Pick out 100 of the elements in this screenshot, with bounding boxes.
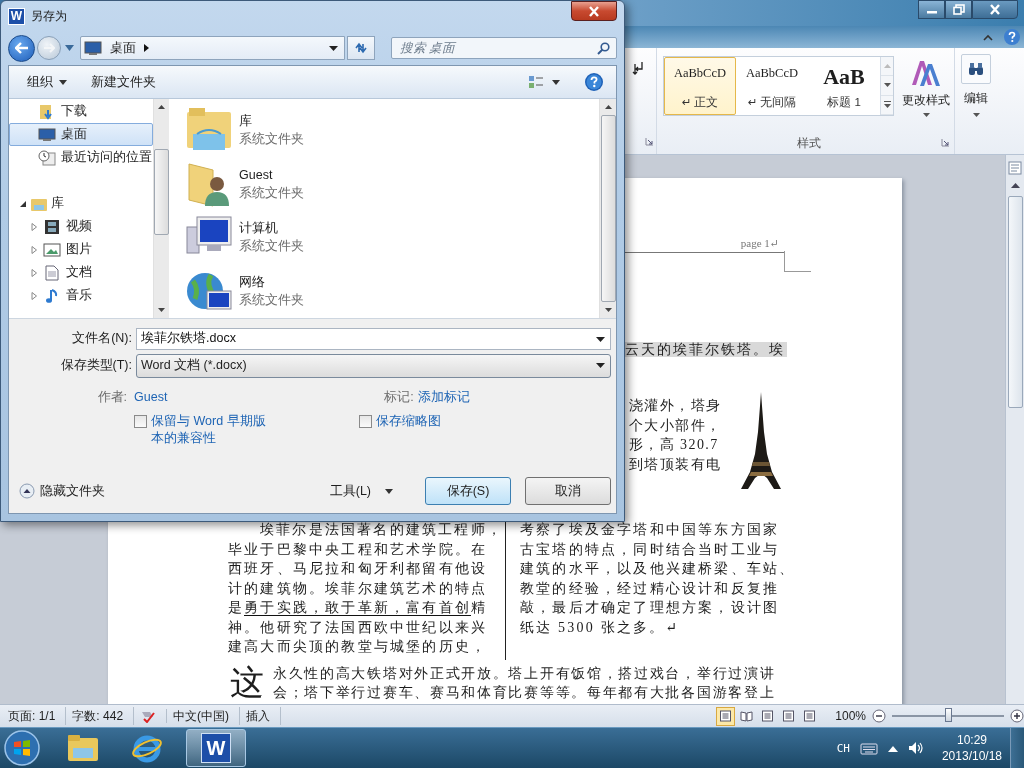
author-link[interactable]: Guest	[134, 390, 168, 404]
help-icon[interactable]	[1003, 28, 1021, 46]
scroll-down-icon[interactable]	[604, 308, 612, 312]
help-icon[interactable]	[584, 72, 604, 92]
style-option[interactable]: AaBbCcD ↵ 正文	[664, 57, 736, 115]
dropdown-icon[interactable]	[329, 45, 338, 51]
scroll-thumb[interactable]	[154, 149, 169, 235]
text-line: 建筑的水平，以及他兴建桥梁、车站、	[520, 560, 792, 578]
windows-logo-icon	[3, 729, 41, 767]
nav-item[interactable]: 桌面	[9, 123, 153, 146]
slider-thumb[interactable]	[945, 708, 952, 722]
more-styles-button[interactable]	[881, 95, 893, 115]
minimize-button[interactable]	[918, 0, 945, 19]
insert-mode[interactable]: 插入	[240, 707, 282, 725]
chevron-icon[interactable]	[144, 44, 149, 52]
scroll-thumb[interactable]	[600, 115, 616, 302]
collapsed-arrow-icon[interactable]	[30, 222, 38, 231]
text-line: 浇灌外，塔身	[629, 397, 723, 415]
new-folder-button[interactable]: 新建文件夹	[81, 69, 166, 95]
field-label: 文件名(N):	[71, 330, 133, 347]
nav-item[interactable]: 库	[9, 192, 153, 215]
nav-item[interactable]: 音乐	[9, 284, 153, 307]
zoom-out-icon[interactable]	[872, 709, 886, 723]
add-tag-link[interactable]: 添加标记	[417, 388, 470, 406]
scroll-up-icon[interactable]	[1010, 183, 1020, 188]
collapsed-arrow-icon[interactable]	[30, 291, 38, 300]
cancel-button[interactable]: 取消	[525, 477, 611, 505]
collapsed-arrow-icon[interactable]	[30, 245, 38, 254]
address-bar[interactable]: 桌面	[80, 36, 345, 60]
scroll-thumb[interactable]	[1007, 196, 1023, 408]
film-icon	[43, 218, 61, 235]
change-styles-button[interactable]: 更改样式	[898, 56, 954, 119]
dropdown-icon	[596, 363, 605, 368]
scroll-up-icon[interactable]	[158, 105, 165, 109]
text-line: 到塔顶装有电	[629, 455, 723, 474]
page-icon	[761, 710, 775, 722]
nav-item[interactable]: 文档	[9, 261, 153, 284]
close-button[interactable]	[571, 1, 617, 21]
input-language[interactable]: CH	[836, 741, 850, 755]
nav-item[interactable]: 下载	[9, 100, 153, 123]
checkbox[interactable]	[134, 415, 147, 428]
text-line: 古宝塔的特点，同时结合当时工业与	[520, 540, 781, 559]
letters-icon	[910, 58, 942, 88]
recent-places-icon	[38, 149, 56, 166]
proofing-icon[interactable]	[140, 709, 157, 723]
keyboard-icon[interactable]	[859, 741, 878, 755]
scroll-down-icon[interactable]	[158, 308, 165, 312]
close-button[interactable]	[972, 0, 1018, 19]
collapsed-arrow-icon[interactable]	[30, 268, 38, 277]
nav-item[interactable]: 视频	[9, 215, 153, 238]
triangle-up-icon	[883, 64, 891, 69]
show-hidden-icons[interactable]	[887, 744, 898, 752]
page-header: page 1↵	[740, 236, 780, 251]
view-button[interactable]	[716, 706, 736, 726]
checkbox-label[interactable]: 保存缩略图	[376, 413, 441, 430]
scroll-up-icon[interactable]	[604, 105, 612, 109]
search-field[interactable]: 搜索 桌面	[391, 37, 617, 59]
search-icon[interactable]	[597, 42, 610, 55]
file-item[interactable]: 计算机 系统文件夹	[185, 210, 304, 265]
paragraph-marks-icon[interactable]	[632, 60, 646, 76]
checkbox[interactable]	[359, 415, 372, 428]
book-icon	[740, 710, 754, 722]
language-indicator[interactable]: 中文(中国)	[167, 707, 241, 725]
word-app-button[interactable]: W	[186, 729, 246, 767]
file-item[interactable]: 库 系统文件夹	[185, 103, 304, 157]
collapse-ribbon-icon[interactable]	[983, 33, 993, 41]
nav-item[interactable]: 最近访问的位置	[9, 146, 153, 169]
caret-icon[interactable]	[552, 79, 560, 85]
editing-button[interactable]: 编辑	[961, 54, 991, 117]
view-options-icon[interactable]	[528, 75, 544, 89]
scroll-down-button[interactable]	[881, 76, 893, 96]
zoom-in-icon[interactable]	[1010, 709, 1024, 723]
author-label: 作者:	[96, 388, 128, 406]
back-button[interactable]	[8, 34, 35, 62]
dropdown-icon[interactable]	[596, 336, 605, 342]
restore-button[interactable]	[945, 0, 972, 19]
recent-pages-icon[interactable]	[65, 45, 74, 51]
volume-icon[interactable]	[907, 741, 924, 755]
checkbox-label[interactable]: 保留与 Word 早期版本的兼容性	[151, 413, 269, 447]
refresh-button[interactable]	[347, 36, 375, 60]
file-item[interactable]: 网络 系统文件夹	[185, 264, 304, 318]
expanded-arrow-icon[interactable]	[19, 199, 27, 208]
nav-item[interactable]: 图片	[9, 238, 153, 261]
dialog-launcher-icon[interactable]	[645, 137, 654, 146]
hide-folders-button[interactable]: 隐藏文件夹	[19, 482, 105, 500]
save-button[interactable]: 保存(S)	[425, 477, 511, 505]
text-line: 是 勇于实践，敢于革新，富有首创精	[228, 599, 489, 618]
tools-menu[interactable]: 工具(L)	[325, 478, 397, 504]
text-line: 毕业于巴黎中央工程和艺术学院。在	[228, 540, 489, 559]
refresh-icon	[353, 41, 369, 55]
file-name-field[interactable]: 埃菲尔铁塔.docx	[136, 327, 611, 350]
clock[interactable]: 10:29 2013/10/18	[933, 732, 1010, 764]
dialog-launcher-icon[interactable]	[941, 138, 950, 147]
organize-menu[interactable]: 组织	[17, 69, 77, 95]
word-count[interactable]: 字数: 442	[66, 707, 135, 725]
file-type-dropdown[interactable]: Word 文档 (*.docx)	[136, 353, 611, 378]
zoom-level[interactable]: 100%	[835, 709, 866, 723]
show-desktop-button[interactable]	[1010, 728, 1024, 768]
file-item[interactable]: Guest 系统文件夹	[185, 156, 304, 211]
page-count[interactable]: 页面: 1/1	[2, 707, 67, 725]
